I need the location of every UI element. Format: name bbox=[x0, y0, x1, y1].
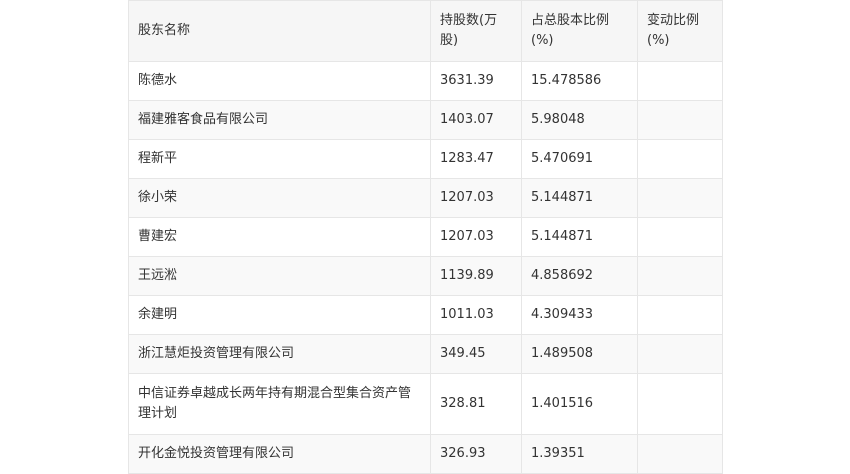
cell-change bbox=[637, 217, 723, 257]
cell-name: 王远淞 bbox=[128, 256, 431, 296]
table-row: 王远淞 1139.89 4.858692 bbox=[128, 256, 723, 296]
table-header-row: 股东名称 持股数(万股) 占总股本比例(%) 变动比例(%) bbox=[128, 0, 723, 62]
cell-ratio: 1.39351 bbox=[521, 434, 638, 474]
header-ratio: 占总股本比例(%) bbox=[521, 0, 638, 62]
cell-shares: 1283.47 bbox=[430, 139, 522, 179]
cell-change bbox=[637, 61, 723, 101]
cell-change bbox=[637, 373, 723, 435]
table-row: 陈德水 3631.39 15.478586 bbox=[128, 61, 723, 101]
cell-shares: 1207.03 bbox=[430, 217, 522, 257]
cell-shares: 1403.07 bbox=[430, 100, 522, 140]
cell-ratio: 5.144871 bbox=[521, 217, 638, 257]
header-shares: 持股数(万股) bbox=[430, 0, 522, 62]
cell-ratio: 1.401516 bbox=[521, 373, 638, 435]
cell-name: 浙江慧炬投资管理有限公司 bbox=[128, 334, 431, 374]
shareholder-table: 股东名称 持股数(万股) 占总股本比例(%) 变动比例(%) 陈德水 3631.… bbox=[128, 0, 723, 474]
cell-change bbox=[637, 178, 723, 218]
table-row: 程新平 1283.47 5.470691 bbox=[128, 139, 723, 179]
cell-shares: 3631.39 bbox=[430, 61, 522, 101]
cell-change bbox=[637, 434, 723, 474]
cell-shares: 326.93 bbox=[430, 434, 522, 474]
cell-shares: 1139.89 bbox=[430, 256, 522, 296]
cell-change bbox=[637, 100, 723, 140]
cell-change bbox=[637, 295, 723, 335]
cell-name: 中信证券卓越成长两年持有期混合型集合资产管理计划 bbox=[128, 373, 431, 435]
cell-name: 曹建宏 bbox=[128, 217, 431, 257]
cell-shares: 1207.03 bbox=[430, 178, 522, 218]
cell-name: 余建明 bbox=[128, 295, 431, 335]
cell-ratio: 5.98048 bbox=[521, 100, 638, 140]
table-row: 余建明 1011.03 4.309433 bbox=[128, 295, 723, 335]
table-row: 开化金悦投资管理有限公司 326.93 1.39351 bbox=[128, 434, 723, 474]
cell-name: 徐小荣 bbox=[128, 178, 431, 218]
cell-change bbox=[637, 139, 723, 179]
cell-ratio: 5.144871 bbox=[521, 178, 638, 218]
table-row: 福建雅客食品有限公司 1403.07 5.98048 bbox=[128, 100, 723, 140]
header-shareholder-name: 股东名称 bbox=[128, 0, 431, 62]
cell-ratio: 5.470691 bbox=[521, 139, 638, 179]
shareholder-table-container: 股东名称 持股数(万股) 占总股本比例(%) 变动比例(%) 陈德水 3631.… bbox=[128, 0, 723, 474]
table-row: 中信证券卓越成长两年持有期混合型集合资产管理计划 328.81 1.401516 bbox=[128, 373, 723, 435]
table-row: 浙江慧炬投资管理有限公司 349.45 1.489508 bbox=[128, 334, 723, 374]
cell-ratio: 4.309433 bbox=[521, 295, 638, 335]
cell-change bbox=[637, 334, 723, 374]
cell-name: 陈德水 bbox=[128, 61, 431, 101]
cell-name: 开化金悦投资管理有限公司 bbox=[128, 434, 431, 474]
header-change: 变动比例(%) bbox=[637, 0, 723, 62]
cell-name: 程新平 bbox=[128, 139, 431, 179]
cell-ratio: 4.858692 bbox=[521, 256, 638, 296]
cell-change bbox=[637, 256, 723, 296]
cell-name: 福建雅客食品有限公司 bbox=[128, 100, 431, 140]
table-row: 徐小荣 1207.03 5.144871 bbox=[128, 178, 723, 218]
cell-shares: 328.81 bbox=[430, 373, 522, 435]
cell-ratio: 15.478586 bbox=[521, 61, 638, 101]
table-row: 曹建宏 1207.03 5.144871 bbox=[128, 217, 723, 257]
cell-shares: 349.45 bbox=[430, 334, 522, 374]
cell-ratio: 1.489508 bbox=[521, 334, 638, 374]
cell-shares: 1011.03 bbox=[430, 295, 522, 335]
